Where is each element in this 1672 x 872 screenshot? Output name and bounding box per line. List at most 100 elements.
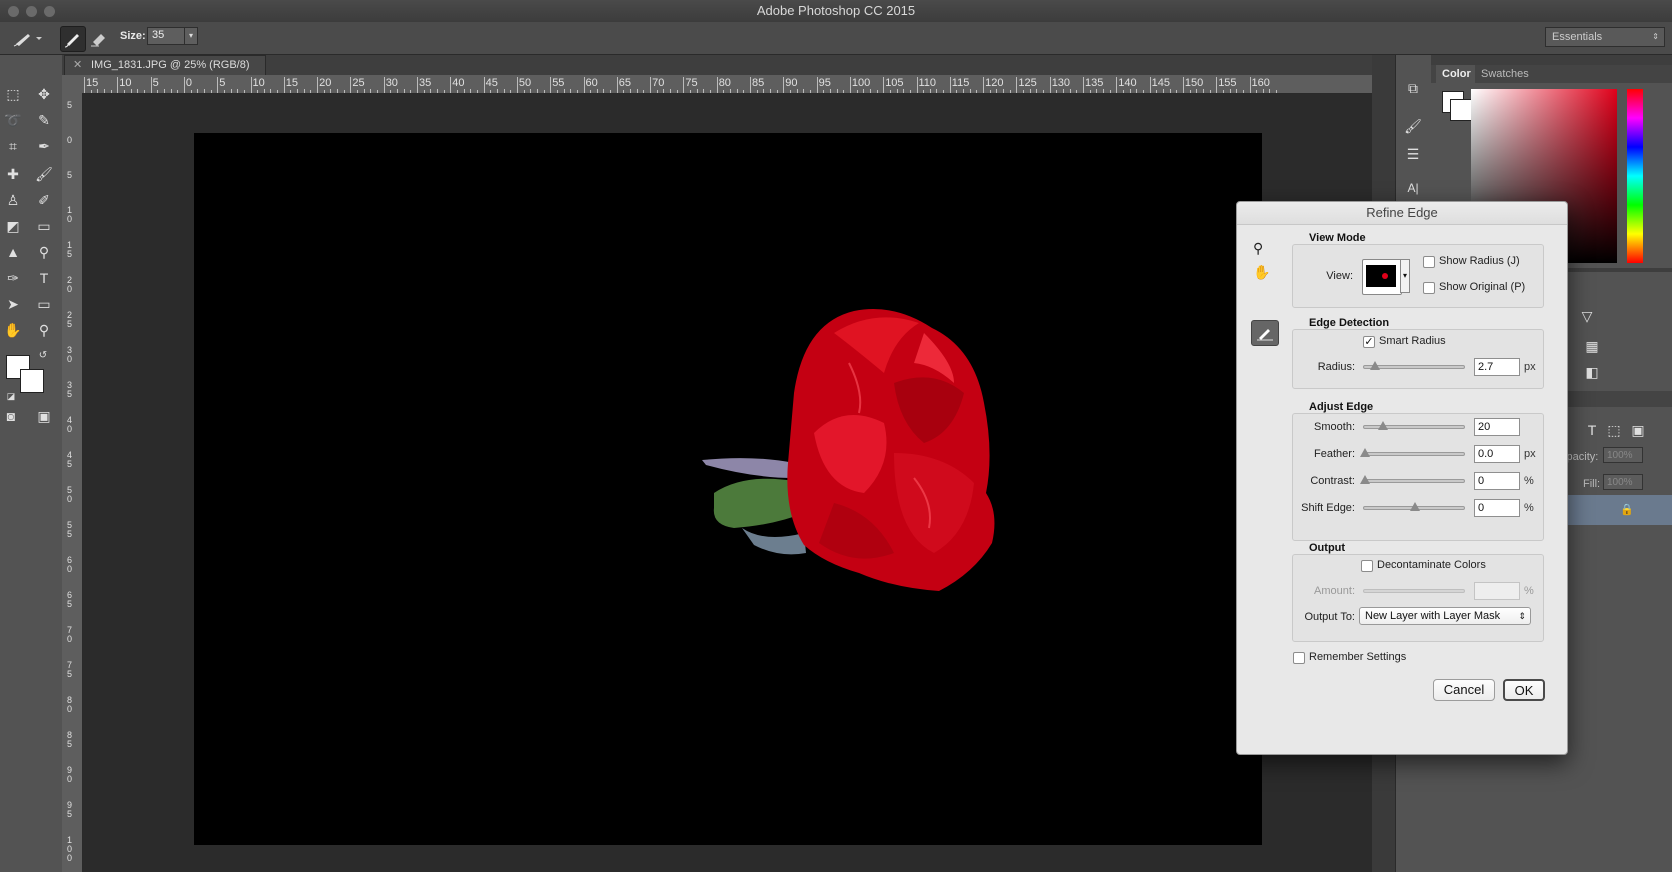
brush-presets-icon[interactable]: 🖌 bbox=[1402, 115, 1424, 137]
gradient-tool-icon[interactable]: ▭ bbox=[33, 215, 55, 237]
erase-refinements-tool-button[interactable] bbox=[86, 26, 110, 50]
ruler-tick bbox=[750, 77, 751, 93]
hand-tool-icon[interactable]: ✋ bbox=[2, 319, 24, 341]
swap-colors-icon[interactable]: ↺ bbox=[32, 345, 54, 367]
quick-mask-icon[interactable]: ◙ bbox=[0, 405, 22, 427]
brush-tool-icon[interactable]: 🖌 bbox=[33, 163, 55, 185]
ruler-minor-tick bbox=[177, 90, 179, 93]
hue-slider[interactable] bbox=[1627, 89, 1643, 263]
vertical-ruler[interactable]: 5051015202530354045505560657075808590951… bbox=[62, 93, 83, 872]
tab-color[interactable]: Color bbox=[1436, 65, 1477, 83]
type-layer-filter-icon[interactable]: T bbox=[1581, 419, 1603, 441]
zoom-tool-icon[interactable]: ⚲ bbox=[33, 319, 55, 341]
quick-selection-tool-icon[interactable]: ✎ bbox=[33, 109, 55, 131]
panel-bg-color[interactable] bbox=[1450, 99, 1472, 121]
close-tab-icon[interactable]: ✕ bbox=[73, 56, 82, 75]
show-original-checkbox[interactable] bbox=[1423, 282, 1435, 294]
type-tool-icon[interactable]: T bbox=[33, 267, 55, 289]
smooth-slider[interactable] bbox=[1363, 421, 1465, 430]
radius-slider-thumb[interactable] bbox=[1370, 361, 1380, 370]
zoom-icon[interactable]: ⚲ bbox=[1253, 240, 1273, 260]
tool-preset-picker[interactable] bbox=[10, 26, 44, 50]
cancel-button[interactable]: Cancel bbox=[1433, 679, 1495, 701]
remember-settings-checkbox[interactable] bbox=[1293, 652, 1305, 664]
shift-edge-slider-thumb[interactable] bbox=[1410, 502, 1420, 511]
clone-stamp-tool-icon[interactable]: ♙ bbox=[2, 189, 24, 211]
document-tab[interactable]: ✕ IMG_1831.JPG @ 25% (RGB/8) bbox=[64, 55, 266, 76]
output-to-value: New Layer with Layer Mask bbox=[1365, 610, 1501, 622]
smooth-slider-thumb[interactable] bbox=[1378, 421, 1388, 430]
workspace-switcher[interactable]: Essentials ⇕ bbox=[1545, 27, 1665, 47]
ruler-minor-tick bbox=[330, 89, 332, 93]
size-input[interactable]: 35 bbox=[147, 27, 185, 45]
smooth-input[interactable]: 20 bbox=[1474, 418, 1520, 436]
gradient-map-icon[interactable]: ◧ bbox=[1581, 361, 1603, 383]
feather-slider[interactable] bbox=[1360, 448, 1465, 457]
smart-object-filter-icon[interactable]: ▣ bbox=[1627, 419, 1649, 441]
ruler-tick bbox=[949, 77, 951, 93]
crop-tool-icon[interactable]: ⌗ bbox=[2, 135, 24, 157]
decontaminate-colors-checkbox[interactable] bbox=[1361, 560, 1373, 572]
ruler-minor-tick bbox=[763, 89, 765, 93]
eyedropper-tool-icon[interactable]: ✒ bbox=[33, 135, 55, 157]
ruler-tick bbox=[84, 77, 85, 93]
shift-edge-input[interactable]: 0 bbox=[1474, 499, 1520, 517]
view-mode-thumbnail[interactable] bbox=[1362, 259, 1402, 295]
ruler-tick-label: 55 bbox=[67, 520, 73, 539]
contrast-slider-thumb[interactable] bbox=[1360, 475, 1370, 484]
workspace-label: Essentials bbox=[1552, 31, 1603, 43]
document-canvas[interactable] bbox=[194, 133, 1262, 845]
ruler-origin[interactable] bbox=[62, 75, 83, 94]
grid-icon[interactable]: ▦ bbox=[1581, 335, 1603, 357]
output-to-select[interactable]: New Layer with Layer Mask ⇕ bbox=[1359, 607, 1531, 625]
refine-radius-tool-button[interactable] bbox=[60, 26, 86, 52]
filter-icon[interactable]: ▽ bbox=[1576, 305, 1598, 327]
adjustments-icon[interactable]: ☰ bbox=[1402, 143, 1424, 165]
smart-radius-checkbox[interactable]: ✓ bbox=[1363, 336, 1375, 348]
hand-icon[interactable]: ✋ bbox=[1253, 264, 1273, 284]
refine-radius-tool-icon[interactable] bbox=[1251, 320, 1279, 346]
screen-mode-icon[interactable]: ▣ bbox=[33, 405, 55, 427]
ruler-minor-tick bbox=[123, 90, 125, 93]
ok-button[interactable]: OK bbox=[1503, 679, 1545, 701]
feather-slider-thumb[interactable] bbox=[1360, 448, 1370, 457]
character-panel-icon[interactable]: A| bbox=[1402, 177, 1424, 199]
tab-swatches[interactable]: Swatches bbox=[1475, 65, 1535, 83]
pen-tool-icon[interactable]: ✑ bbox=[2, 267, 24, 289]
feather-input[interactable]: 0.0 bbox=[1474, 445, 1520, 463]
ruler-minor-tick bbox=[969, 89, 971, 93]
default-colors-icon[interactable]: ◪ bbox=[0, 385, 22, 407]
path-selection-tool-icon[interactable]: ➤ bbox=[2, 293, 24, 315]
background-color-swatch[interactable] bbox=[20, 369, 44, 393]
ruler-minor-tick bbox=[1043, 90, 1045, 93]
selected-layer-row[interactable] bbox=[1551, 495, 1672, 525]
marquee-tool-icon[interactable]: ⬚ bbox=[2, 83, 24, 105]
ruler-minor-tick bbox=[237, 89, 239, 93]
blur-tool-icon[interactable]: ▲ bbox=[2, 241, 24, 263]
shift-edge-slider[interactable] bbox=[1363, 502, 1465, 511]
ruler-tick bbox=[450, 77, 452, 93]
size-dropdown-button[interactable]: ▾ bbox=[184, 27, 198, 45]
horizontal-ruler[interactable]: 15 10 5 0 5 10 15 20 25 30 35 40 45 50 55 60 65 70 75 80 85 9… bbox=[82, 75, 1372, 94]
view-dropdown-arrow[interactable]: ▾ bbox=[1400, 259, 1410, 293]
ruler-tick-label: 20 bbox=[67, 275, 73, 294]
contrast-slider[interactable] bbox=[1360, 475, 1465, 484]
dodge-tool-icon[interactable]: ⚲ bbox=[33, 241, 55, 263]
contrast-input[interactable]: 0 bbox=[1474, 472, 1520, 490]
history-brush-tool-icon[interactable]: ✐ bbox=[33, 189, 55, 211]
healing-brush-tool-icon[interactable]: ✚ bbox=[2, 163, 24, 185]
ruler-tick bbox=[383, 77, 385, 93]
move-tool-icon[interactable]: ✥ bbox=[33, 83, 55, 105]
radius-slider[interactable] bbox=[1363, 361, 1465, 370]
rectangle-tool-icon[interactable]: ▭ bbox=[33, 293, 55, 315]
opacity-input[interactable]: 100% bbox=[1603, 447, 1643, 463]
lasso-tool-icon[interactable]: ➰ bbox=[2, 109, 24, 131]
radius-input[interactable]: 2.7 bbox=[1474, 358, 1520, 376]
show-radius-checkbox[interactable] bbox=[1423, 256, 1435, 268]
history-panel-icon[interactable]: ⧉ bbox=[1402, 77, 1424, 99]
fill-input[interactable]: 100% bbox=[1603, 474, 1643, 490]
ruler-minor-tick bbox=[896, 89, 898, 93]
ruler-minor-tick bbox=[670, 89, 672, 93]
eraser-tool-icon[interactable]: ◩ bbox=[2, 215, 24, 237]
shape-layer-filter-icon[interactable]: ⬚ bbox=[1603, 419, 1625, 441]
